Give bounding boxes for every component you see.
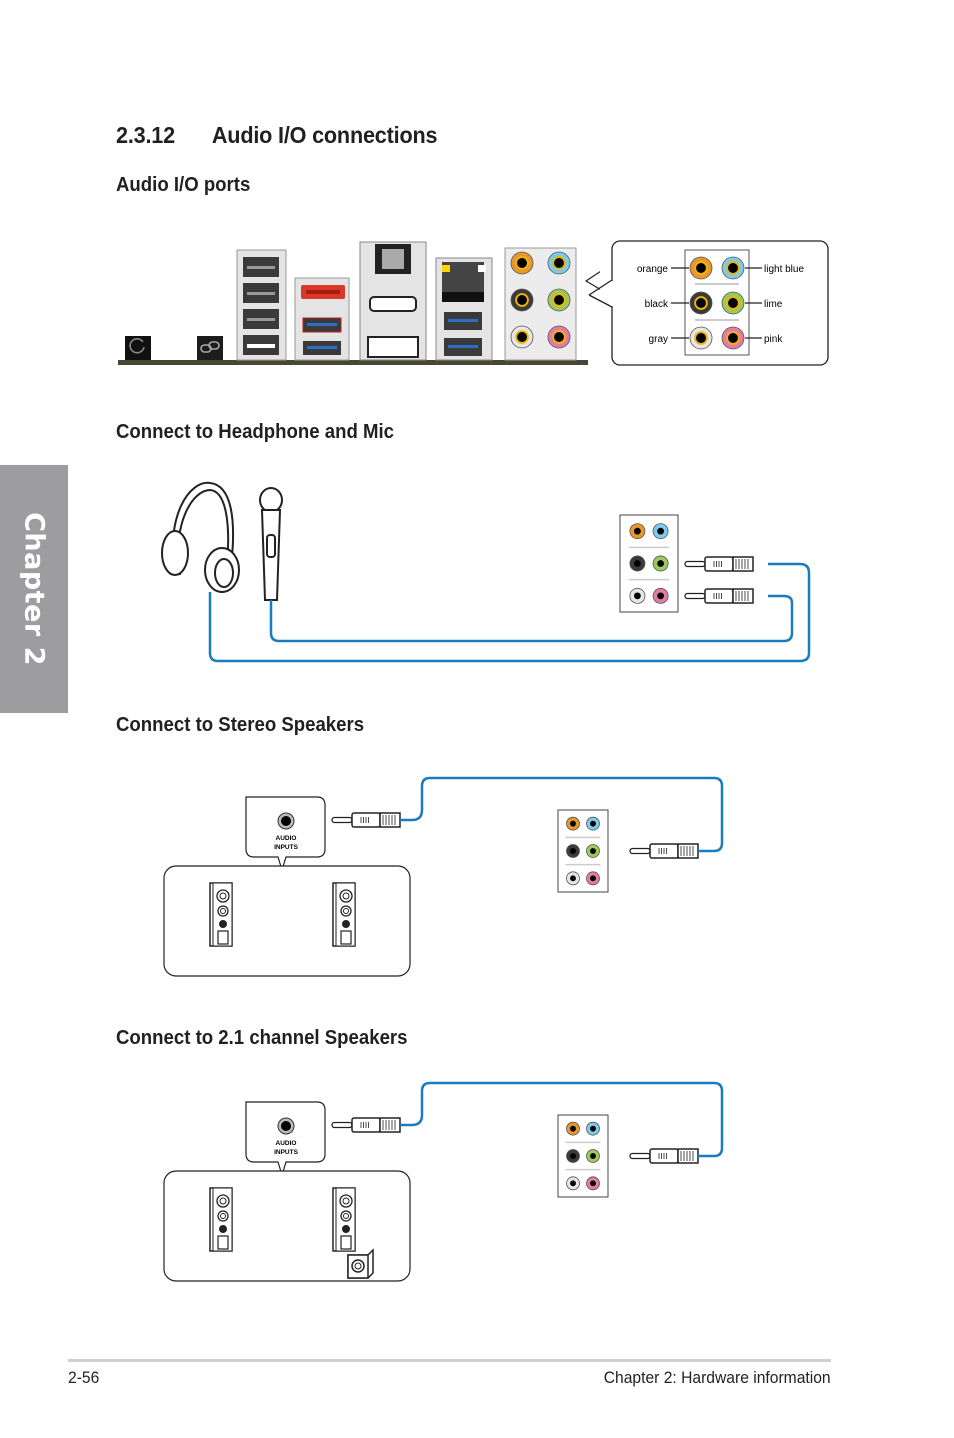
audio-input-jack-icon [277, 1117, 295, 1135]
subsection-stereo: Connect to Stereo Speakers [116, 714, 365, 736]
audio-jack-pink-icon [586, 871, 600, 886]
legend-label-light-blue: light blue [764, 264, 804, 275]
headphone-icon [161, 481, 240, 593]
audio-jack-panel-icon [557, 1114, 609, 1198]
legend-pointer-line-bottom [588, 294, 613, 308]
audio-jack-gray-icon [689, 326, 713, 350]
section-title: 2.3.12 Audio I/O connections [116, 122, 438, 149]
audio-jack-black-icon [510, 288, 534, 312]
microphone-icon [259, 487, 283, 601]
audio-jack-black-icon [629, 555, 646, 572]
audio-jack-gray-icon [566, 871, 580, 886]
footer-rule [68, 1359, 831, 1362]
audio-jack-orange-icon [566, 816, 580, 831]
audio-jack-lime-icon [721, 291, 745, 315]
speaker-scene: AUDIO INPUTS [163, 776, 724, 977]
audio-plug-icon [629, 843, 699, 859]
audio-jack-black-icon [566, 1149, 580, 1163]
port-color-legend: orange black gray light blue lime pink [588, 240, 829, 366]
lan-usb3-stack-icon [435, 257, 493, 361]
speaker-icon [332, 882, 356, 947]
speaker-icon [209, 882, 233, 947]
audio-jack-lime-icon [652, 555, 669, 572]
audio-jack-lime-icon [586, 1149, 600, 1163]
audio-jack-black-icon [689, 291, 713, 315]
audio-jack-pink-icon [586, 1176, 600, 1191]
subsection-2-1: Connect to 2.1 channel Speakers [116, 1027, 408, 1049]
audio-inputs-label: INPUTS [274, 844, 299, 851]
speaker-icon [332, 1187, 356, 1252]
speaker-icon [209, 1187, 233, 1252]
clear-cmos-button-icon [125, 336, 151, 360]
audio-jack-orange-icon [629, 523, 646, 540]
audio-jack-gray-icon [566, 1176, 580, 1191]
stereo-speakers-diagram: AUDIO INPUTS [163, 776, 724, 977]
audio-plug-icon [331, 812, 401, 828]
audio-plug-icon [684, 588, 754, 604]
audio-jack-panel-icon [504, 247, 577, 361]
audio-jack-pink-icon [721, 326, 745, 350]
legend-label-orange: orange [637, 264, 669, 275]
esata-usb3-stack-icon [294, 277, 350, 361]
audio-plug-icon [629, 1148, 699, 1164]
audio-jack-panel-icon [619, 514, 679, 613]
audio-jack-orange-icon [689, 256, 713, 280]
speaker-scene: AUDIO INPUTS [163, 1081, 724, 1282]
page-number: 2-56 [68, 1368, 100, 1387]
headphone-cable [208, 562, 811, 663]
audio-input-jack-icon [277, 812, 295, 830]
audio-jack-pink-icon [652, 587, 669, 604]
audio-jack-light-blue-icon [586, 1121, 600, 1136]
audio-jack-gray-icon [510, 325, 534, 349]
audio-inputs-callout: AUDIO INPUTS [245, 796, 326, 873]
audio-jack-light-blue-icon [547, 251, 571, 275]
rear-io-panel-illustration [118, 241, 600, 365]
audio-jack-pink-icon [547, 325, 571, 349]
bios-flashback-button-icon [197, 336, 223, 360]
audio-inputs-label: AUDIO [276, 835, 297, 842]
audio-jack-light-blue-icon [586, 816, 600, 831]
audio-jack-light-blue-icon [652, 523, 669, 540]
audio-jack-lime-icon [586, 844, 600, 858]
audio-jack-light-blue-icon [721, 256, 745, 280]
subsection-headphone-mic: Connect to Headphone and Mic [116, 421, 394, 443]
section-number: 2.3.12 [116, 122, 175, 148]
headphone-mic-diagram [161, 481, 811, 663]
usb-2-stack-icon [236, 249, 287, 361]
audio-jack-orange-icon [566, 1121, 580, 1136]
optical-hdmi-displayport-icon [359, 241, 427, 361]
legend-pointer-line-top [588, 279, 613, 296]
audio-jack-orange-icon [510, 251, 534, 275]
audio-inputs-label: AUDIO [276, 1140, 297, 1147]
io-board-edge [118, 360, 588, 365]
audio-plug-icon [331, 1117, 401, 1133]
chapter-tab-label: Chapter 2 [18, 512, 50, 666]
audio-inputs-label: INPUTS [274, 1149, 299, 1156]
audio-inputs-callout: AUDIO INPUTS [245, 1101, 326, 1178]
audio-jack-gray-icon [629, 587, 646, 604]
subsection-ports: Audio I/O ports [116, 174, 251, 196]
audio-jack-panel-icon [557, 809, 609, 893]
footer-chapter-title: Chapter 2: Hardware information [604, 1368, 831, 1387]
legend-label-pink: pink [764, 334, 783, 345]
audio-jack-lime-icon [547, 288, 571, 312]
audio-jack-black-icon [566, 844, 580, 858]
audio-plug-icon [684, 556, 754, 572]
legend-label-black: black [645, 299, 669, 310]
speaker-system-box [163, 865, 411, 977]
section-title-text: Audio I/O connections [211, 122, 438, 148]
legend-label-lime: lime [764, 299, 783, 310]
legend-label-gray: gray [649, 334, 668, 345]
two-one-speakers-diagram: AUDIO INPUTS [163, 1081, 724, 1282]
chapter-tab: Chapter 2 [0, 465, 68, 713]
